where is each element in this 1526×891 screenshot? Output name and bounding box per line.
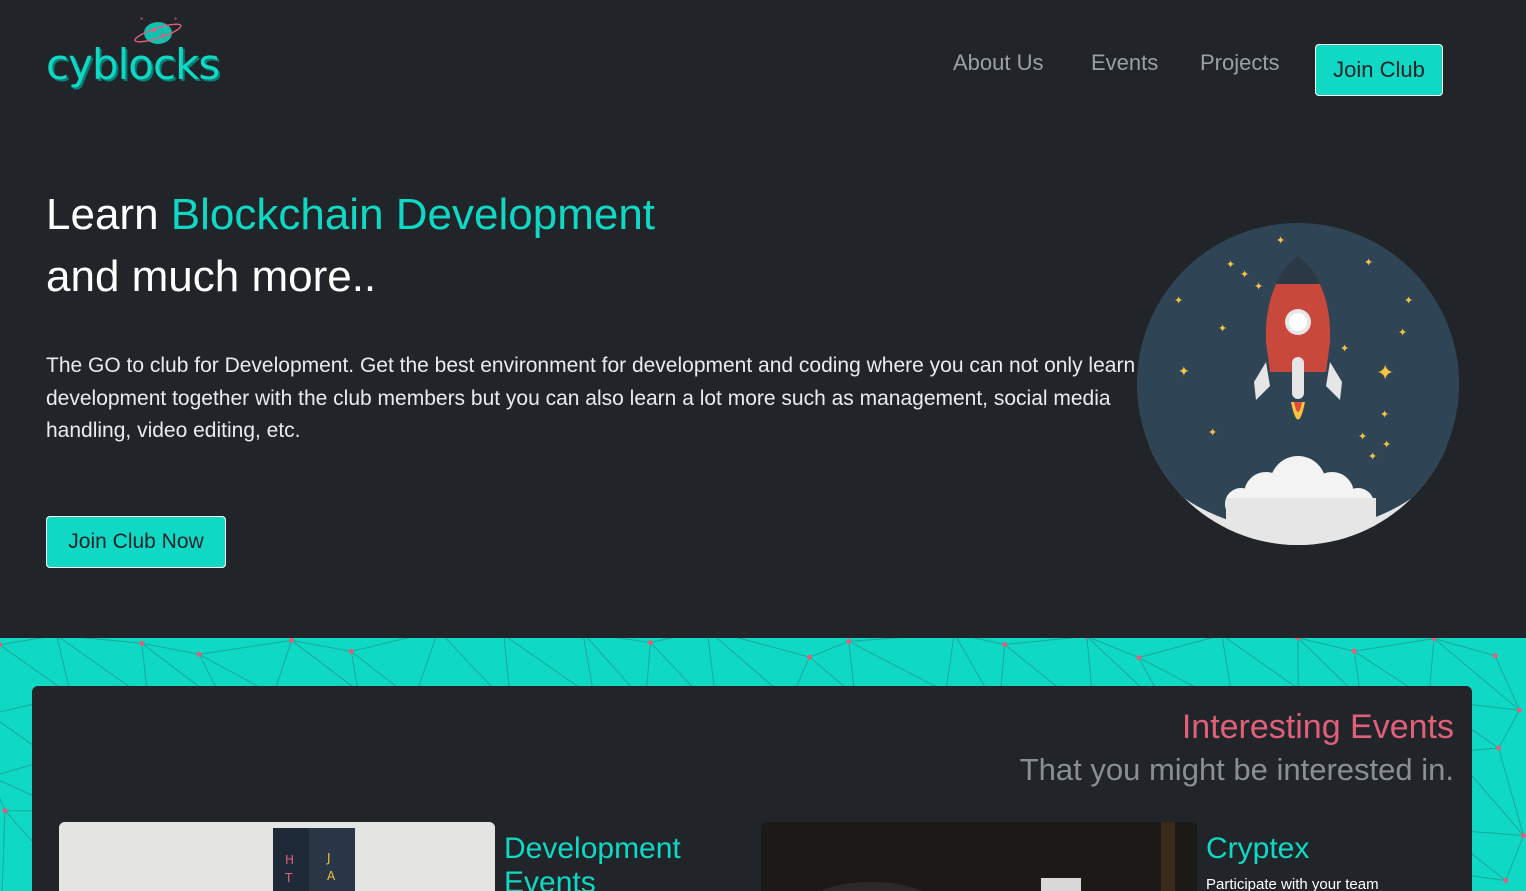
hero-title-accent: Blockchain Development — [170, 190, 656, 239]
pattern-node — [1496, 745, 1502, 751]
pattern-node — [1351, 648, 1357, 654]
site-logo[interactable]: * * cyblocks — [46, 14, 220, 96]
pattern-line — [1, 810, 6, 891]
svg-text:✦: ✦ — [1376, 361, 1394, 386]
svg-text:*: * — [140, 16, 144, 24]
svg-text:✦: ✦ — [1358, 430, 1367, 443]
pattern-node — [1136, 655, 1142, 661]
pattern-line — [291, 639, 359, 692]
rocket-launch-icon: ✦ ✦ ✦ ✦ ✦ ✦ ✦ ✦ ✦ ✦ ✦ ✦ ✦ ✦ ✦ ✦ ✦ — [1137, 223, 1459, 545]
nav-projects[interactable]: Projects — [1200, 50, 1279, 76]
svg-text:✦: ✦ — [1382, 438, 1391, 451]
pattern-line — [0, 638, 44, 646]
svg-text:A: A — [327, 869, 336, 883]
pattern-line — [291, 639, 352, 652]
event-name-development[interactable]: Development Events — [504, 832, 734, 891]
pattern-node — [139, 640, 145, 646]
hero-title: Learn Blockchain Development and much mo… — [46, 184, 655, 308]
svg-text:✦: ✦ — [1368, 450, 1377, 463]
pattern-node — [289, 638, 295, 643]
svg-text:✦: ✦ — [1380, 408, 1389, 421]
pattern-line — [350, 651, 359, 691]
nav-events[interactable]: Events — [1091, 50, 1158, 76]
join-club-now-button[interactable]: Join Club Now — [46, 516, 226, 568]
svg-text:H: H — [285, 853, 294, 867]
cryptex-photo-icon — [761, 822, 1197, 891]
pattern-line — [80, 638, 142, 644]
pattern-line — [199, 639, 292, 655]
svg-text:✦: ✦ — [1398, 326, 1407, 339]
pattern-line — [1433, 638, 1496, 657]
pattern-line — [650, 638, 673, 644]
pattern-line — [1089, 638, 1140, 659]
svg-text:*: * — [174, 16, 178, 24]
cryptex-event-image[interactable] — [761, 822, 1197, 891]
event-name-cryptex[interactable]: Cryptex — [1206, 832, 1466, 866]
pattern-node — [1520, 832, 1526, 838]
pattern-line — [1498, 747, 1524, 836]
pattern-line — [1297, 638, 1355, 652]
pattern-node — [807, 654, 813, 660]
svg-text:✦: ✦ — [1174, 294, 1183, 307]
svg-text:✦: ✦ — [1254, 280, 1263, 293]
logo-text: cyblocks — [46, 40, 220, 89]
pattern-line — [1004, 638, 1076, 646]
svg-text:✦: ✦ — [1404, 294, 1413, 307]
pattern-node — [2, 808, 8, 814]
events-title: Interesting Events — [1181, 708, 1454, 746]
events-section: Interesting Events That you might be int… — [32, 686, 1472, 891]
pattern-node — [1516, 707, 1522, 713]
svg-text:J: J — [326, 851, 331, 865]
pattern-node — [647, 640, 653, 646]
pattern-line — [1354, 638, 1435, 652]
books-photo-icon: H T J A — [59, 822, 495, 891]
pattern-node — [846, 638, 852, 644]
pattern-line — [809, 640, 850, 658]
svg-text:✦: ✦ — [1364, 256, 1373, 269]
svg-text:✦: ✦ — [1276, 234, 1285, 247]
hero-description: The GO to club for Development. Get the … — [46, 354, 1136, 442]
pattern-node — [1492, 653, 1498, 659]
svg-text:✦: ✦ — [1178, 364, 1190, 380]
svg-text:T: T — [284, 871, 293, 885]
join-club-button[interactable]: Join Club — [1315, 44, 1443, 96]
nav-about-us[interactable]: About Us — [953, 50, 1044, 76]
pattern-line — [1138, 638, 1213, 659]
svg-text:✦: ✦ — [1340, 342, 1349, 355]
svg-text:✦: ✦ — [1208, 426, 1217, 439]
event-description-cryptex: Participate with your team — [1206, 876, 1379, 891]
pattern-line — [1505, 835, 1524, 881]
rocket-illustration: ✦ ✦ ✦ ✦ ✦ ✦ ✦ ✦ ✦ ✦ ✦ ✦ ✦ ✦ ✦ ✦ ✦ — [1136, 222, 1460, 546]
pattern-node — [196, 651, 202, 657]
pattern-line — [351, 638, 409, 652]
events-subtitle: That you might be interested in. — [1019, 752, 1454, 787]
pattern-line — [141, 642, 200, 655]
pattern-line — [945, 638, 955, 693]
pattern-line — [972, 638, 1005, 645]
pattern-line — [736, 638, 810, 658]
svg-text:✦: ✦ — [1226, 258, 1235, 271]
pattern-node — [1002, 642, 1008, 648]
svg-text:✦: ✦ — [1218, 322, 1227, 335]
pattern-line — [1498, 709, 1520, 749]
pattern-line — [615, 638, 651, 644]
svg-text:✦: ✦ — [1240, 268, 1249, 281]
pattern-line — [1225, 638, 1299, 690]
hero-title-line2: and much more.. — [46, 252, 377, 301]
pattern-node — [348, 648, 354, 654]
pattern-line — [848, 638, 902, 642]
pattern-line — [1494, 655, 1520, 711]
hero-title-prefix: Learn — [46, 190, 171, 239]
development-events-image[interactable]: H T J A — [59, 822, 495, 891]
pattern-node — [1503, 878, 1509, 884]
pattern-line — [848, 640, 946, 693]
